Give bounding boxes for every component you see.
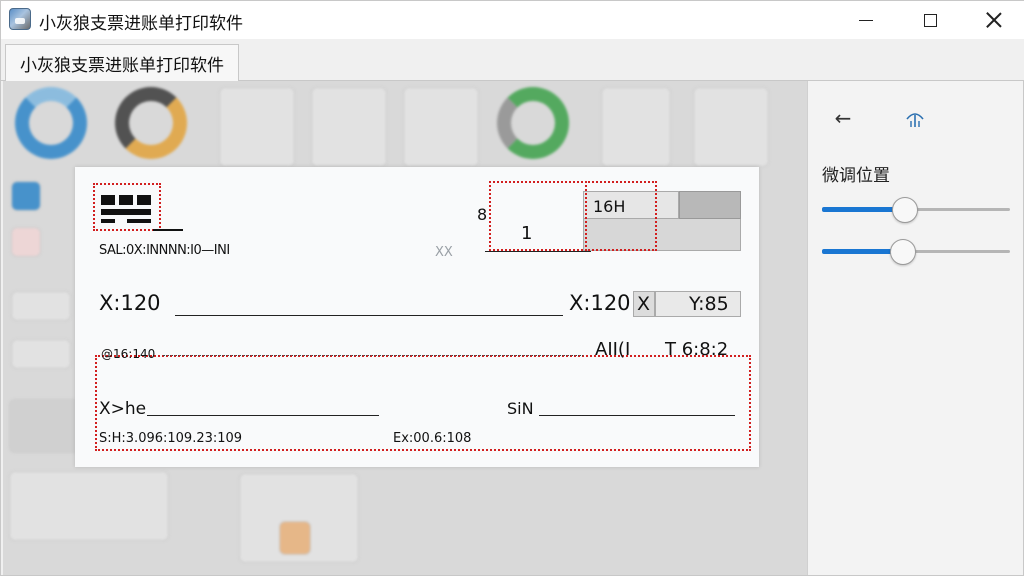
tool-tile: [693, 87, 769, 167]
row4-right: SiN: [507, 399, 534, 418]
number-1: 1: [521, 223, 533, 244]
x-offset-slider[interactable]: [822, 197, 1010, 223]
x-mark: XX: [435, 245, 453, 260]
tool-tile: [11, 291, 71, 321]
number-underline: [485, 251, 591, 252]
donut-chart-icon: [115, 87, 187, 159]
maximize-button[interactable]: [907, 1, 953, 39]
y-offset-slider[interactable]: [822, 239, 1010, 265]
donut-chart-icon: [15, 87, 87, 159]
back-button[interactable]: ←: [826, 101, 860, 135]
arrow-left-icon: ←: [834, 106, 852, 130]
date-region-box: [585, 181, 657, 251]
antenna-icon: [906, 113, 924, 127]
adjust-title: 微调位置: [822, 166, 890, 186]
slider-thumb[interactable]: [890, 239, 916, 265]
title-bar: 小灰狼支票进账单打印软件: [1, 1, 1024, 39]
close-button[interactable]: [971, 1, 1017, 39]
app-logo-icon: [9, 8, 31, 30]
sign-underline: [539, 415, 735, 416]
tool-tile: [601, 87, 671, 167]
row5-left: S:H:3.096:109.23:109: [99, 431, 243, 446]
cheque-preview[interactable]: SAL:0X:INNNN:I0—INI 8 XX 16H 1 X:120 X:1…: [75, 167, 759, 467]
amount-dotline: [163, 355, 583, 356]
donut-chart-icon: [497, 87, 569, 159]
code-block: [153, 229, 183, 231]
row3-right: T 6:8:2: [665, 339, 729, 360]
code-block: [137, 195, 151, 205]
minimize-icon: [859, 19, 873, 21]
tab-strip: 小灰狼支票进账单打印软件: [1, 39, 1024, 82]
x-box-label: X: [637, 293, 651, 315]
close-icon: [986, 12, 1002, 28]
x-coord-label-2: X:120: [569, 291, 631, 315]
adjust-panel: ← 微调位置: [807, 81, 1023, 575]
tool-tile: [403, 87, 479, 167]
y-coord-label: Y:85: [689, 293, 729, 315]
row3-left: @16:140: [101, 347, 156, 361]
window-title: 小灰狼支票进账单打印软件: [39, 14, 243, 34]
tab-main[interactable]: 小灰狼支票进账单打印软件: [5, 44, 239, 82]
maximize-icon: [923, 13, 937, 27]
tool-tile: [311, 87, 387, 167]
tool-tile: [11, 181, 41, 211]
payee-underline: [175, 315, 563, 316]
code-block: [101, 209, 151, 215]
row4-left: X>he: [99, 399, 147, 419]
top-right-digit: 8: [477, 205, 488, 224]
tool-tile: [279, 521, 311, 555]
signal-button[interactable]: [898, 101, 932, 135]
tool-tile: [9, 399, 79, 453]
row3-mid: AII(I: [595, 339, 631, 360]
tool-tile: [219, 87, 295, 167]
tool-tile: [11, 227, 41, 257]
minimize-button[interactable]: [843, 1, 889, 39]
app-window: 小灰狼支票进账单打印软件 小灰狼支票进账单打印软件 SAL:0X:INNNN:I…: [0, 0, 1024, 576]
code-block: [101, 219, 115, 223]
code-block: [119, 195, 133, 205]
top-left-code: SAL:0X:INNNN:I0—INI: [99, 243, 230, 258]
code-block: [127, 219, 151, 223]
code-block: [101, 195, 115, 205]
purpose-underline: [147, 415, 379, 416]
x-coord-label: X:120: [99, 291, 161, 315]
amount-grid-cell: [679, 191, 741, 219]
number-region-box: [489, 181, 587, 251]
tool-tile: [9, 471, 169, 541]
tool-tile: [11, 339, 71, 369]
row5-right: Ex:00.6:108: [393, 431, 472, 446]
slider-thumb[interactable]: [892, 197, 918, 223]
code-region-box: [93, 183, 161, 231]
